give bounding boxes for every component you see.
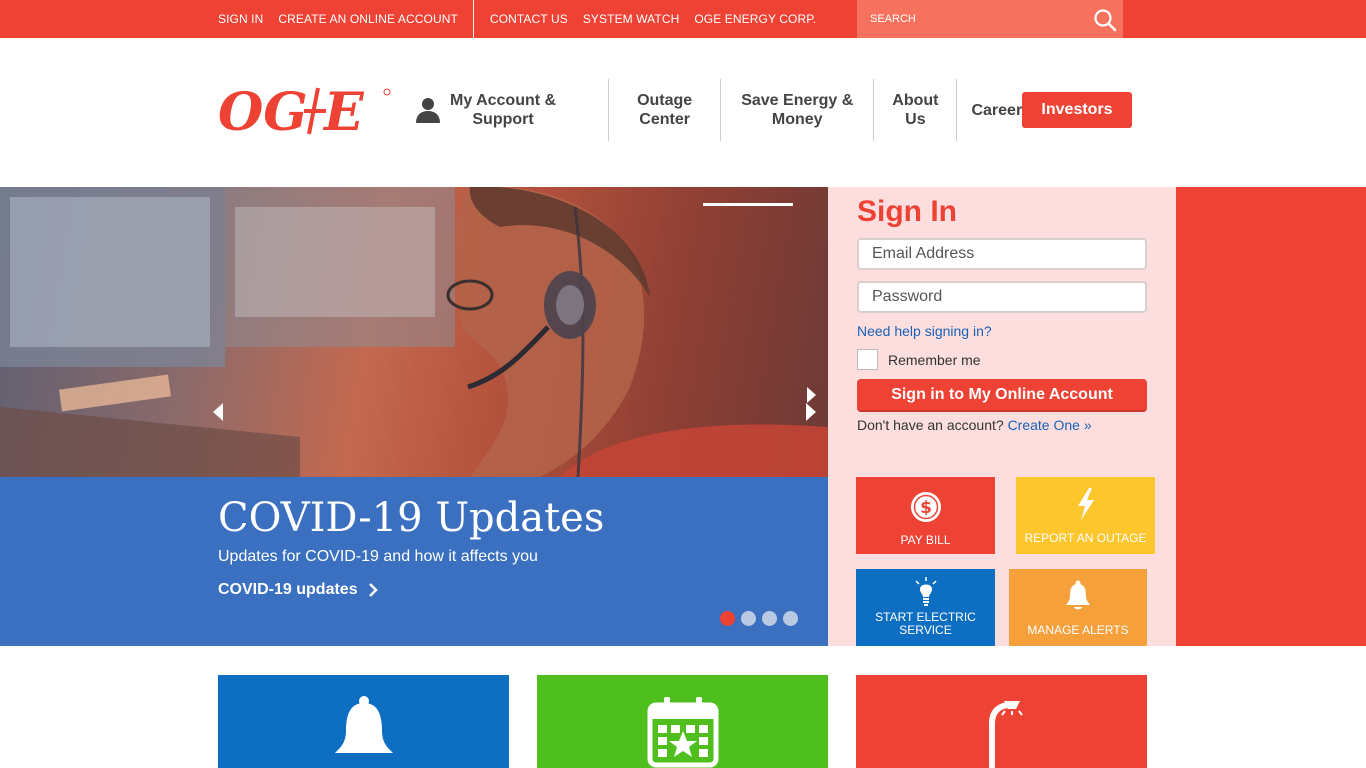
system-watch-link[interactable]: SYSTEM WATCH (583, 12, 680, 26)
investors-button[interactable]: Investors (1022, 92, 1132, 128)
hero-photo-illustration (0, 187, 828, 478)
contact-us-link[interactable]: CONTACT US (490, 12, 568, 26)
nav-outage-line2: Center (639, 111, 690, 128)
sign-in-button[interactable]: Sign in to My Online Account (857, 379, 1147, 412)
bell-icon (334, 696, 393, 753)
nav-save-line2: Money (771, 111, 823, 128)
password-field[interactable] (857, 281, 1147, 313)
hero-title: COVID-19 Updates (218, 495, 605, 541)
search-input[interactable] (857, 13, 1077, 25)
calendar-star-icon (647, 697, 718, 768)
dollar-icon: $ (910, 492, 941, 522)
hero-subtitle: Updates for COVID-19 and how it affects … (218, 548, 538, 565)
hero-carousel: COVID-19 Updates Updates for COVID-19 an… (0, 187, 828, 646)
manage-alerts-tile[interactable]: MANAGE ALERTS (1009, 569, 1147, 646)
nav-about-line1: About (892, 92, 939, 109)
carousel-dot-1[interactable] (720, 611, 735, 626)
carousel-dot-2[interactable] (741, 611, 756, 626)
streetlight-icon (988, 701, 1023, 768)
sign-in-panel: Sign In Need help signing in? Remember m… (828, 187, 1176, 646)
alerts-card[interactable] (218, 675, 509, 768)
report-outage-tile[interactable]: REPORT AN OUTAGE (1016, 477, 1155, 554)
email-field[interactable] (857, 238, 1147, 270)
oge-logo[interactable]: OG E (218, 84, 394, 136)
svg-text:$: $ (920, 498, 932, 518)
main-nav: My Account & Support Outage Center Save … (410, 78, 1045, 142)
hero-cta-link[interactable]: COVID-19 updates (218, 581, 378, 599)
start-service-tile[interactable]: START ELECTRIC SERVICE (856, 569, 995, 646)
search-box (857, 0, 1123, 38)
streetlight-card[interactable] (856, 675, 1147, 768)
bell-icon (1066, 580, 1090, 610)
utility-links: SIGN IN CREATE AN ONLINE ACCOUNT CONTACT… (218, 0, 831, 38)
manage-alerts-label: MANAGE ALERTS (1027, 623, 1129, 637)
events-card[interactable] (537, 675, 828, 768)
no-account-text: Don't have an account? Create One » (857, 417, 1092, 433)
report-outage-label: REPORT AN OUTAGE (1024, 531, 1147, 545)
nav-my-account-line1: My Account & (450, 92, 557, 109)
carousel-next-icon[interactable] (806, 403, 816, 421)
nav-outage-line1: Outage (637, 92, 693, 109)
utility-divider (472, 0, 474, 38)
search-icon[interactable] (1093, 8, 1117, 32)
no-account-label: Don't have an account? (857, 417, 1004, 433)
help-signing-in-link[interactable]: Need help signing in? (857, 323, 992, 339)
remember-me-label: Remember me (888, 351, 981, 368)
nav-save-energy[interactable]: Save Energy & Money (721, 79, 873, 141)
nav-my-account-line2: Support (472, 111, 534, 128)
hero-cta-label: COVID-19 updates (218, 581, 358, 598)
carousel-prev-icon[interactable] (213, 403, 223, 421)
svg-text:E: E (322, 84, 365, 136)
sign-in-title: Sign In (857, 195, 957, 228)
pay-bill-label: PAY BILL (900, 533, 951, 547)
carousel-dot-3[interactable] (762, 611, 777, 626)
hero-photo (0, 187, 828, 478)
create-account-inline-link[interactable]: Create One » (1008, 417, 1092, 433)
create-account-link[interactable]: CREATE AN ONLINE ACCOUNT (278, 12, 458, 26)
carousel-progress-bar (703, 203, 793, 206)
nav-about-us[interactable]: About Us (874, 79, 956, 141)
nav-save-line1: Save Energy & (741, 92, 854, 109)
chevron-right-icon (368, 583, 378, 597)
decorative-red-strip (1176, 187, 1366, 646)
utility-bar: SIGN IN CREATE AN ONLINE ACCOUNT CONTACT… (0, 0, 1366, 38)
lightbulb-icon (914, 577, 937, 606)
carousel-dots (720, 611, 804, 626)
remember-me: Remember me (857, 349, 981, 370)
start-service-label-line2: SERVICE (899, 623, 952, 637)
nav-outage-center[interactable]: Outage Center (609, 79, 720, 141)
logo-text: OG (218, 84, 308, 136)
sign-in-link[interactable]: SIGN IN (218, 12, 263, 26)
carousel-next-small-icon[interactable] (806, 387, 816, 403)
nav-about-line2: Us (905, 111, 926, 128)
remember-me-checkbox[interactable] (857, 349, 878, 370)
oge-energy-corp-link[interactable]: OGE ENERGY CORP. (694, 12, 816, 26)
carousel-dot-4[interactable] (783, 611, 798, 626)
pay-bill-tile[interactable]: $ PAY BILL (856, 477, 995, 554)
nav-my-account[interactable]: My Account & Support (410, 79, 570, 141)
lightning-icon (1077, 488, 1094, 520)
person-icon (416, 98, 440, 123)
